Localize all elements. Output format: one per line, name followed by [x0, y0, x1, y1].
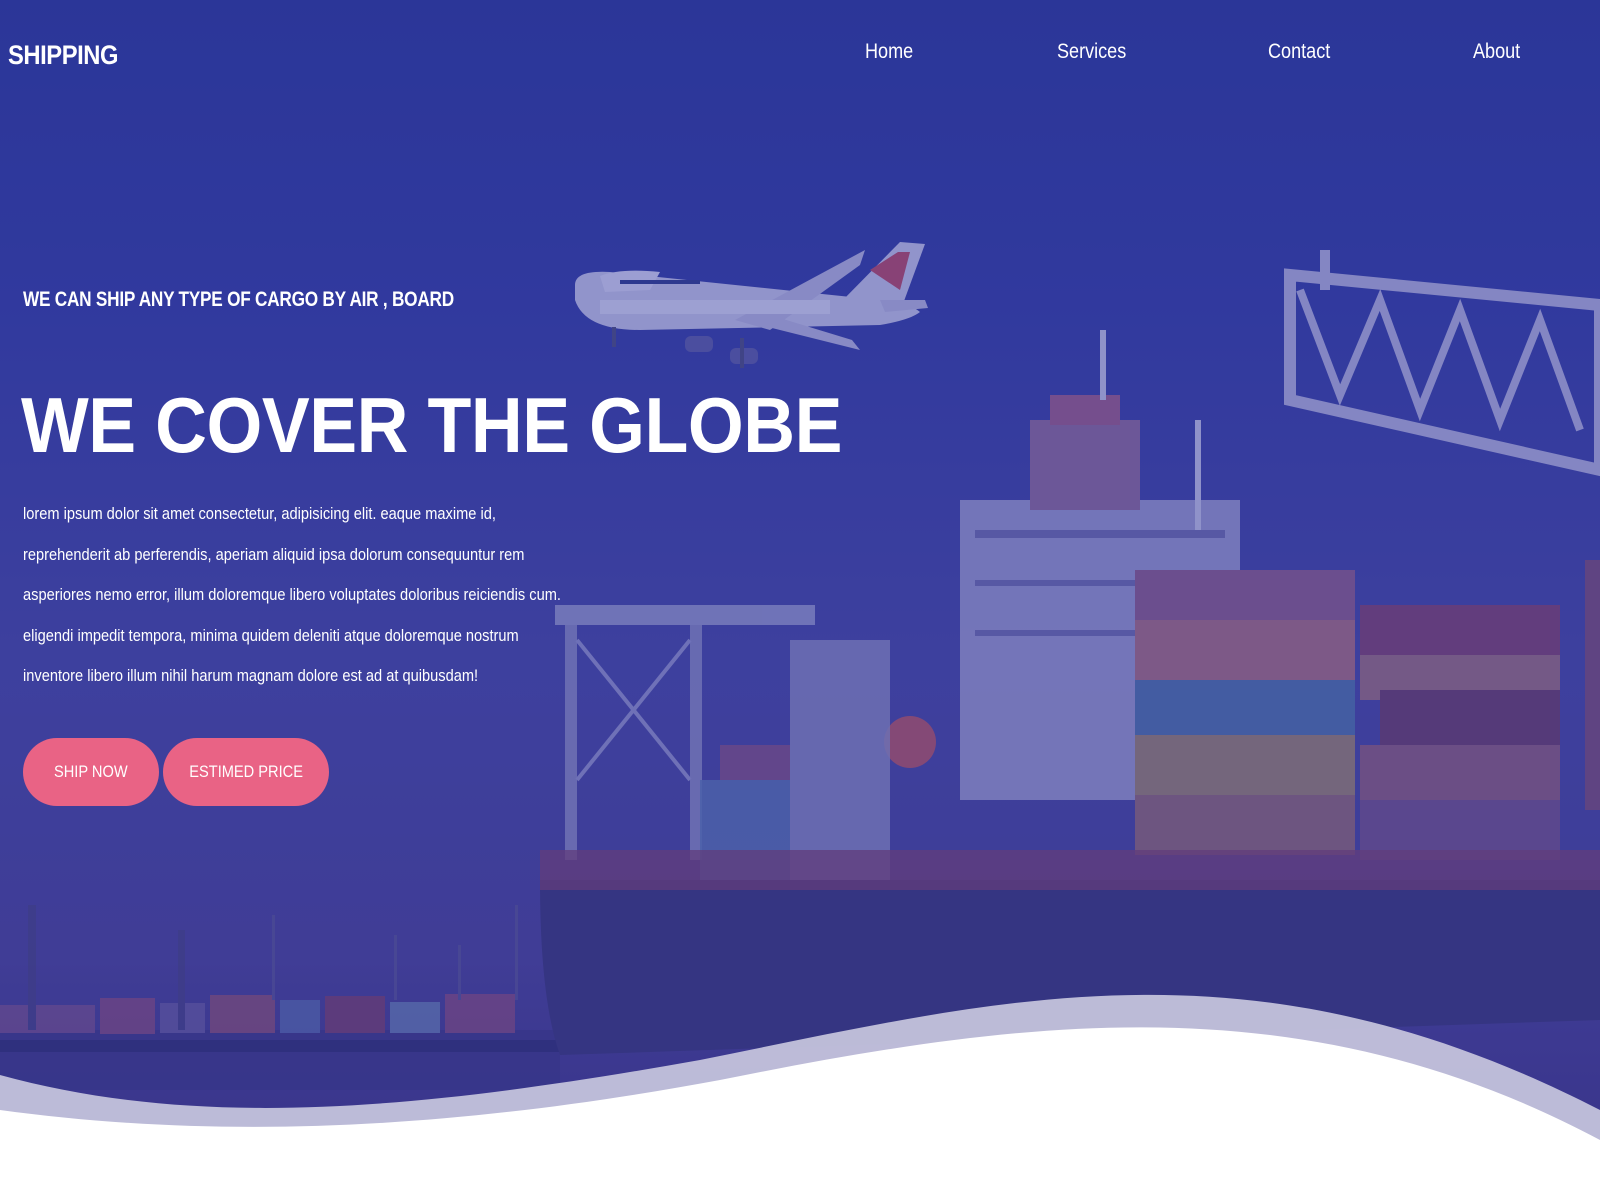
hero-headline: WE COVER THE GLOBE: [21, 381, 842, 469]
main-navigation: Home Services Contact About: [0, 40, 1600, 76]
hero-section: SHIPPING Home Services Contact About WE …: [0, 0, 1600, 1200]
ship-now-label: SHIP NOW: [54, 762, 128, 781]
nav-link-home[interactable]: Home: [865, 40, 913, 64]
nav-link-services[interactable]: Services: [1057, 40, 1126, 64]
nav-link-contact[interactable]: Contact: [1268, 40, 1330, 64]
nav-link-about[interactable]: About: [1473, 40, 1520, 64]
ship-now-button[interactable]: SHIP NOW: [23, 738, 159, 806]
hero-description: lorem ipsum dolor sit amet consectetur, …: [23, 504, 561, 685]
estimated-price-label: ESTIMED PRICE: [189, 762, 303, 781]
hero-subtitle: WE CAN SHIP ANY TYPE OF CARGO BY AIR , B…: [23, 288, 454, 311]
estimated-price-button[interactable]: ESTIMED PRICE: [163, 738, 329, 806]
